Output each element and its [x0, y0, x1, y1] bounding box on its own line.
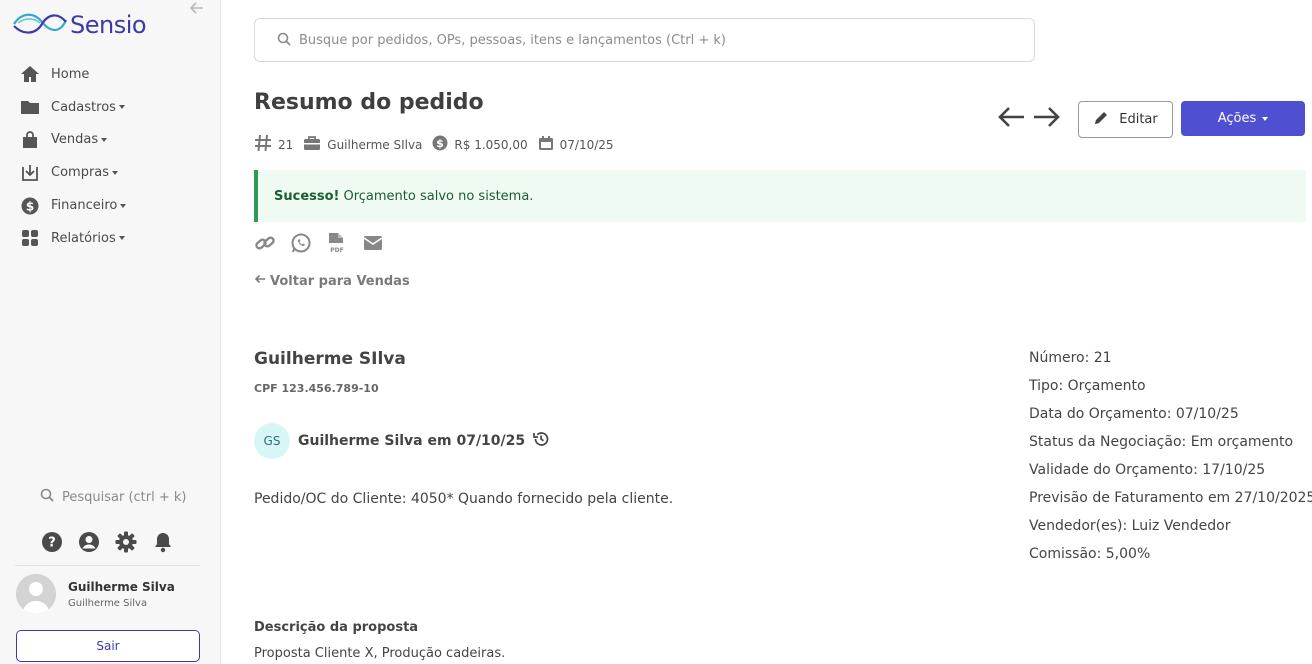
sidebar-item-compras[interactable]: Compras [0, 156, 220, 189]
svg-text:PDF: PDF [330, 247, 343, 254]
creator-text: Guilherme Silva em 07/10/25 [298, 433, 526, 449]
dollar-icon: $ [432, 135, 454, 154]
creator-info: GS Guilherme Silva em 07/10/25 [254, 423, 549, 459]
user-name: Guilherme Silva [68, 579, 175, 594]
svg-text:$: $ [437, 137, 445, 150]
sidebar-item-relatorios[interactable]: Relatórios [0, 222, 220, 255]
logout-button[interactable]: Sair [16, 630, 200, 662]
shopping-bag-icon [20, 130, 40, 150]
info-validity: Validade do Orçamento: 17/10/25 [1029, 462, 1266, 478]
edit-button[interactable]: Editar [1078, 101, 1173, 138]
sidebar-item-home[interactable]: Home [0, 58, 220, 91]
gear-icon[interactable] [115, 531, 137, 553]
avatar [16, 574, 56, 614]
info-type: Tipo: Orçamento [1029, 378, 1146, 394]
actions-label: Ações [1217, 111, 1257, 126]
user-subtitle: Guilherme Silva [68, 597, 148, 609]
sidebar-search[interactable]: Pesquisar (ctrl + k) [40, 488, 187, 506]
calendar-icon [538, 135, 560, 154]
grid-icon [20, 228, 40, 248]
help-icon[interactable]: ? [41, 531, 63, 553]
alert-strong: Sucesso! [274, 188, 340, 204]
folder-icon [20, 97, 40, 117]
order-info: Número: 21 Tipo: Orçamento Data do Orçam… [1029, 347, 1312, 571]
pdf-icon[interactable]: PDF [326, 232, 348, 254]
collapse-sidebar-icon[interactable] [189, 0, 204, 19]
sidebar-item-label: Compras [51, 165, 110, 181]
caret-down-icon [112, 170, 119, 175]
info-sellers: Vendedor(es): Luiz Vendedor [1029, 518, 1231, 534]
info-status: Status da Negociação: Em orçamento [1029, 434, 1294, 450]
description-title: Descrição da proposta [254, 620, 419, 635]
order-number: 21 [278, 137, 294, 152]
share-actions: PDF [254, 232, 384, 254]
avatar: GS [254, 423, 290, 459]
arrow-right-icon[interactable] [1032, 104, 1062, 130]
sidebar-item-label: Financeiro [51, 198, 118, 214]
global-search[interactable] [254, 18, 1035, 62]
order-amount: R$ 1.050,00 [454, 137, 528, 152]
page-title: Resumo do pedido [254, 90, 484, 115]
sidebar-item-cadastros[interactable]: Cadastros [0, 91, 220, 124]
order-meta: 21 Guilherme SIlva $ R$ 1.050,00 07/10/2… [254, 134, 624, 155]
alert-text: Orçamento salvo no sistema. [343, 188, 534, 204]
arrow-left-icon[interactable] [996, 104, 1026, 130]
edit-label: Editar [1119, 112, 1158, 127]
info-number: Número: 21 [1029, 350, 1112, 366]
sidebar-item-label: Relatórios [51, 230, 116, 246]
sidebar-nav: Home Cadastros Vendas Compras $ Financei… [0, 58, 220, 255]
info-commission: Comissão: 5,00% [1029, 546, 1151, 562]
arrow-left-icon [254, 273, 270, 289]
caret-down-icon [118, 105, 125, 110]
sidebar: Sensio Home Cadastros Vendas Compras $ F… [0, 0, 221, 664]
sidebar-item-label: Vendas [51, 132, 99, 148]
link-icon[interactable] [254, 232, 276, 254]
sidebar-item-label: Home [51, 66, 90, 82]
pencil-icon [1093, 110, 1119, 130]
sidebar-item-financeiro[interactable]: $ Financeiro [0, 189, 220, 222]
order-date: 07/10/25 [559, 137, 614, 152]
user-circle-icon[interactable] [78, 531, 100, 553]
caret-down-icon [101, 137, 108, 142]
search-input[interactable] [299, 32, 999, 48]
back-link-label: Voltar para Vendas [270, 273, 410, 289]
user-profile[interactable]: Guilherme Silva Guilherme Silva [16, 574, 175, 614]
divider [15, 565, 200, 566]
home-icon [20, 64, 40, 84]
whatsapp-icon[interactable] [290, 232, 312, 254]
caret-down-icon [118, 236, 125, 241]
email-icon[interactable] [362, 232, 384, 254]
info-quote-date: Data do Orçamento: 07/10/25 [1029, 406, 1239, 422]
bell-icon[interactable] [152, 531, 174, 553]
logo-text: Sensio [70, 11, 147, 39]
description-text: Proposta Cliente X, Produção cadeiras. [254, 646, 506, 661]
sidebar-item-vendas[interactable]: Vendas [0, 124, 220, 157]
sidebar-item-label: Cadastros [51, 99, 116, 115]
success-alert: Sucesso! Orçamento salvo no sistema. [254, 170, 1306, 222]
sidebar-search-label: Pesquisar (ctrl + k) [62, 489, 187, 505]
client-cpf: CPF 123.456.789-10 [254, 382, 379, 395]
utility-icons: ? [41, 531, 174, 553]
history-icon[interactable] [533, 431, 549, 451]
search-icon [40, 488, 62, 506]
client-name: Guilherme SIlva [254, 349, 406, 369]
client-order: Pedido/OC do Cliente: 4050* Quando forne… [254, 491, 674, 507]
back-link[interactable]: Voltar para Vendas [254, 273, 410, 289]
logo[interactable]: Sensio [12, 8, 147, 42]
purchase-icon [20, 163, 40, 183]
hash-icon [254, 134, 278, 155]
caret-down-icon [120, 203, 127, 208]
caret-down-icon [1262, 116, 1269, 121]
record-navigation [996, 104, 1062, 130]
info-billing-forecast: Previsão de Faturamento em 27/10/2025 [1029, 490, 1312, 506]
svg-text:$: $ [26, 199, 34, 213]
svg-text:?: ? [48, 536, 56, 551]
order-client: Guilherme SIlva [327, 137, 423, 152]
briefcase-icon [303, 135, 327, 154]
logo-wave-icon [12, 8, 68, 42]
actions-dropdown-button[interactable]: Ações [1181, 101, 1305, 136]
search-icon [277, 31, 299, 50]
dollar-icon: $ [20, 196, 40, 216]
